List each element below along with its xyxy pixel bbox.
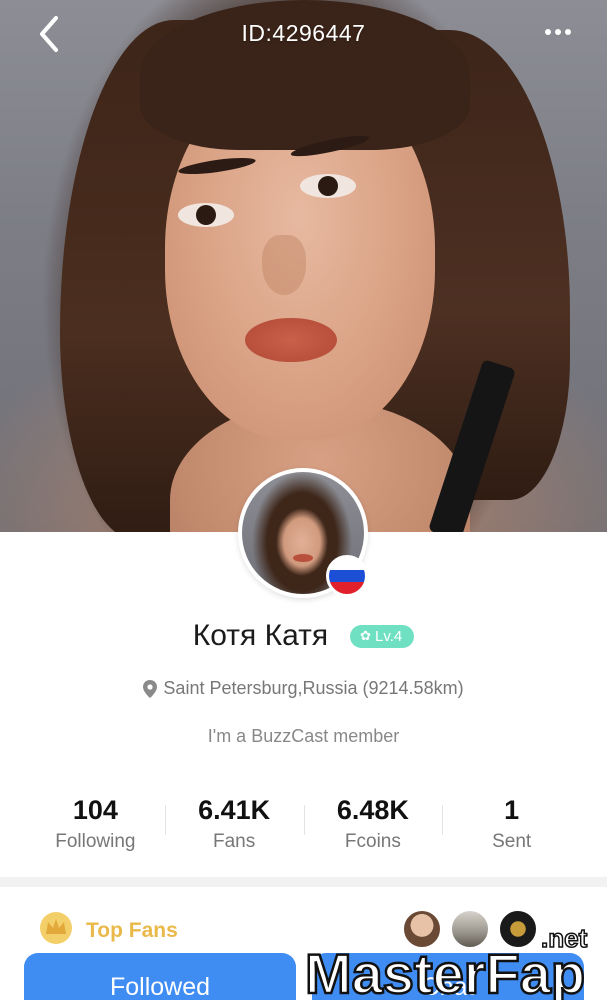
chevron-left-icon [40,16,58,52]
back-button[interactable] [28,12,72,56]
avatar-lips [293,554,313,562]
level-text: Lv.4 [374,627,403,645]
stat-label: Fcoins [344,831,401,852]
stat-value: 1 [504,795,520,825]
stat-fcoins[interactable]: 6.48K Fcoins [303,793,443,863]
right-eye [300,174,356,198]
level-badge: ✿ Lv.4 [350,624,415,648]
stat-label: Sent [492,831,532,852]
stat-label: Following [55,831,136,852]
profile-cover-photo [0,0,607,532]
lips [245,318,337,362]
name-row: Котя Катя ✿ Lv.4 [0,614,607,658]
fan-avatar[interactable] [450,909,490,949]
fan-avatar[interactable] [498,909,538,949]
top-fans-label: Top Fans [86,919,178,942]
followed-button[interactable]: Followed [24,953,296,1000]
more-dots-icon [545,29,551,35]
more-options-button[interactable] [538,20,578,44]
chat-button[interactable]: Chat [312,953,584,1000]
nose [262,235,306,295]
crown-icon [40,912,72,944]
location-row: Saint Petersburg,Russia (9214.58km) [0,678,607,699]
russia-flag-icon [326,555,368,597]
location-pin-icon [143,679,158,698]
top-fans-row[interactable]: Top Fans [0,895,607,955]
top-bar: ID:4296447 [0,0,607,70]
profile-id: ID:4296447 [241,20,366,46]
stat-value: 6.41K [198,795,271,825]
fan-avatar[interactable] [402,909,442,949]
stats-bar: 104 Following 6.41K Fans 6.48K Fcoins 1 … [26,793,581,863]
left-eye [178,203,234,227]
stat-sent[interactable]: 1 Sent [442,793,581,863]
more-dots-icon [555,29,561,35]
more-dots-icon [565,29,571,35]
stat-label: Fans [213,831,256,852]
location-text: Saint Petersburg,Russia (9214.58km) [163,678,464,698]
stat-value: 104 [72,795,118,825]
bio-text: I'm a BuzzCast member [207,726,400,746]
section-divider [0,877,607,887]
stat-fans[interactable]: 6.41K Fans [164,793,304,863]
stat-following[interactable]: 104 Following [26,793,165,863]
stat-value: 6.48K [336,795,409,825]
sprout-icon: ✿ [360,628,371,643]
user-name: Котя Катя [192,619,329,652]
